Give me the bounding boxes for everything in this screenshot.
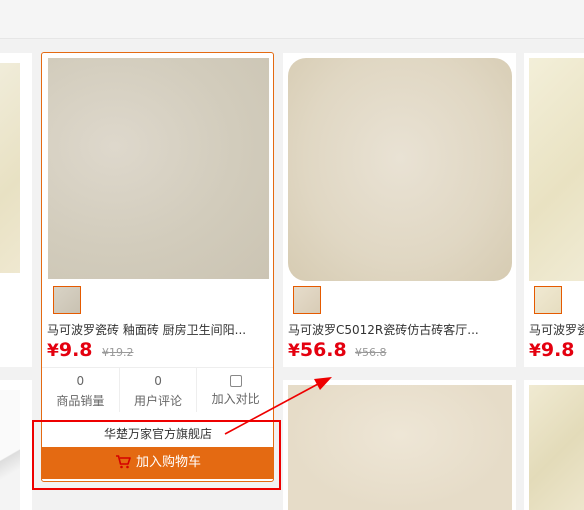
product-image[interactable] [288, 58, 512, 281]
product-card-row2[interactable] [283, 380, 516, 510]
product-title[interactable]: 马可波罗C5012R瓷砖仿古砖客厅... [288, 321, 510, 338]
sales-label: 商品销量 [56, 394, 105, 408]
top-bar [0, 0, 584, 39]
product-image[interactable] [288, 385, 512, 510]
product-image[interactable] [48, 58, 269, 279]
compare-label[interactable]: 加入对比 [197, 390, 273, 407]
review-label[interactable]: 用户评论 [120, 392, 197, 409]
product-image[interactable] [529, 385, 584, 510]
product-price: ¥56.8 [288, 339, 347, 361]
product-image[interactable] [0, 63, 20, 273]
sales-stat: 0 商品销量 [42, 368, 120, 412]
product-price: ¥9.8 [47, 339, 93, 361]
original-price: ¥19.2 [102, 346, 134, 359]
product-image[interactable] [0, 390, 20, 510]
product-card-featured[interactable]: 马可波罗瓷砖 釉面砖 厨房卫生间阳... ¥9.8 ¥19.2 0 商品销量 0… [41, 52, 274, 482]
product-card-partial-left-row2[interactable] [0, 380, 32, 510]
product-stats: 0 商品销量 0 用户评论 加入对比 [42, 367, 273, 412]
color-thumbnail[interactable] [293, 286, 321, 314]
review-count: 0 [154, 374, 162, 388]
product-card-partial-right[interactable]: 马可波罗瓷 ¥9.8 [524, 53, 584, 367]
product-card-partial-left[interactable] [0, 53, 32, 367]
original-price: ¥56.8 [355, 346, 387, 359]
review-stat[interactable]: 0 用户评论 [120, 368, 198, 412]
color-thumbnail[interactable] [53, 286, 81, 314]
color-thumbnail[interactable] [534, 286, 562, 314]
annotation-highlight-box [32, 420, 281, 490]
product-card-row2-right[interactable] [524, 380, 584, 510]
product-price: ¥9.8 [529, 339, 575, 361]
product-title[interactable]: 马可波罗瓷砖 釉面砖 厨房卫生间阳... [47, 321, 269, 338]
product-title[interactable]: 马可波罗瓷 [529, 321, 584, 338]
product-image[interactable] [529, 58, 584, 281]
compare-stat[interactable]: 加入对比 [197, 368, 273, 412]
compare-checkbox[interactable] [229, 375, 242, 387]
sales-count: 0 [76, 374, 85, 388]
product-card[interactable]: 马可波罗C5012R瓷砖仿古砖客厅... ¥56.8 ¥56.8 [283, 53, 516, 367]
